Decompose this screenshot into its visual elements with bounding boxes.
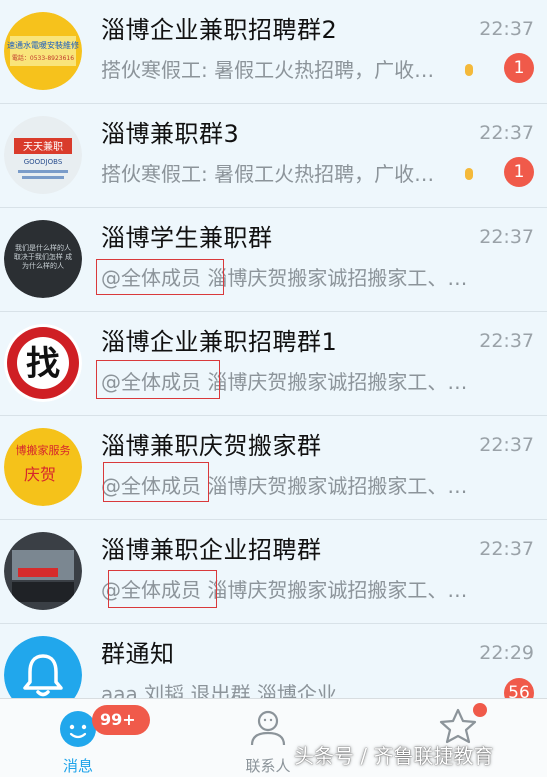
group-avatar: 找	[4, 324, 82, 402]
chat-row[interactable]: 速通水電暖安裝維修 電話：0533-8923616 淄博企业兼职招聘群2 22:…	[0, 0, 547, 104]
new-activity-dot	[473, 703, 487, 717]
tab-messages-label: 消息	[62, 757, 93, 775]
watermark: 头条号 / 齐鲁联捷教育	[294, 744, 494, 768]
group-avatar: 博搬家服务 庆贺	[4, 428, 82, 506]
chat-row[interactable]: 淄博兼职企业招聘群 22:37 @全体成员 淄博庆贺搬家诚招搬家工、…	[0, 520, 547, 624]
mention-highlight-box	[108, 570, 217, 608]
unread-badge: 1	[504, 157, 534, 187]
mention-highlight-box	[96, 259, 224, 295]
chat-time: 22:37	[479, 18, 534, 40]
group-avatar: 天天兼职 GOODJOBS	[4, 116, 82, 194]
contacts-icon	[250, 710, 286, 746]
chat-name: 淄博企业兼职招聘群1	[101, 328, 338, 356]
avatar-text: 找	[26, 344, 60, 384]
chat-name: 淄博兼职群3	[101, 120, 240, 148]
chat-row[interactable]: 找 淄博企业兼职招聘群1 22:37 @全体成员 淄博庆贺搬家诚招搬家工、…	[0, 312, 547, 416]
group-avatar: 速通水電暖安裝維修 電話：0533-8923616	[4, 12, 82, 90]
avatar-text: 博搬家服务	[16, 443, 71, 457]
mention-highlight-box	[96, 360, 220, 399]
sound-icon	[465, 64, 473, 76]
sound-icon	[465, 168, 473, 180]
chat-time: 22:37	[479, 434, 534, 456]
chat-name: 群通知	[101, 640, 175, 668]
chat-time: 22:37	[479, 122, 534, 144]
avatar-text: 天天兼职	[23, 140, 63, 153]
chat-time: 22:37	[479, 538, 534, 560]
chat-name: 淄博学生兼职群	[101, 224, 273, 252]
chat-preview: 搭伙寒假工: 暑假工火热招聘，广收…	[101, 162, 435, 186]
preview-text: 淄博庆贺搬家诚招搬家工、…	[207, 370, 468, 394]
chat-row[interactable]: 天天兼职 GOODJOBS 淄博兼职群3 22:37 搭伙寒假工: 暑假工火热招…	[0, 104, 547, 208]
avatar-text: 電話：0533-8923616	[12, 54, 74, 62]
preview-text: 淄博庆贺搬家诚招搬家工、…	[207, 266, 468, 290]
group-avatar: 我们是什么样的人 取决于我们怎样 成为什么样的人	[4, 220, 82, 298]
chat-name: 淄博兼职庆贺搬家群	[101, 432, 322, 460]
chat-row[interactable]: 博搬家服务 庆贺 淄博兼职庆贺搬家群 22:37 @全体成员 淄博庆贺搬家诚招搬…	[0, 416, 547, 520]
chat-time: 22:37	[479, 330, 534, 352]
unread-badge: 1	[504, 53, 534, 83]
chat-row[interactable]: 我们是什么样的人 取决于我们怎样 成为什么样的人 淄博学生兼职群 22:37 @…	[0, 208, 547, 312]
chat-time: 22:29	[479, 642, 534, 664]
mention-highlight-box	[103, 462, 209, 502]
group-avatar	[4, 532, 82, 610]
avatar-text: 速通水電暖安裝維修	[7, 40, 79, 50]
chat-name: 淄博企业兼职招聘群2	[101, 16, 338, 44]
chat-name: 淄博兼职企业招聘群	[101, 536, 322, 564]
avatar-text: GOODJOBS	[24, 158, 63, 166]
messages-unread-badge: 99+	[92, 705, 150, 735]
chat-time: 22:37	[479, 226, 534, 248]
avatar-text: 我们是什么样的人 取决于我们怎样 成为什么样的人	[13, 244, 73, 270]
preview-text: 淄博庆贺搬家诚招搬家工、…	[207, 474, 468, 498]
avatar-text: 庆贺	[24, 465, 56, 484]
chat-preview: 搭伙寒假工: 暑假工火热招聘，广收…	[101, 58, 435, 82]
preview-text: 淄博庆贺搬家诚招搬家工、…	[207, 578, 468, 602]
